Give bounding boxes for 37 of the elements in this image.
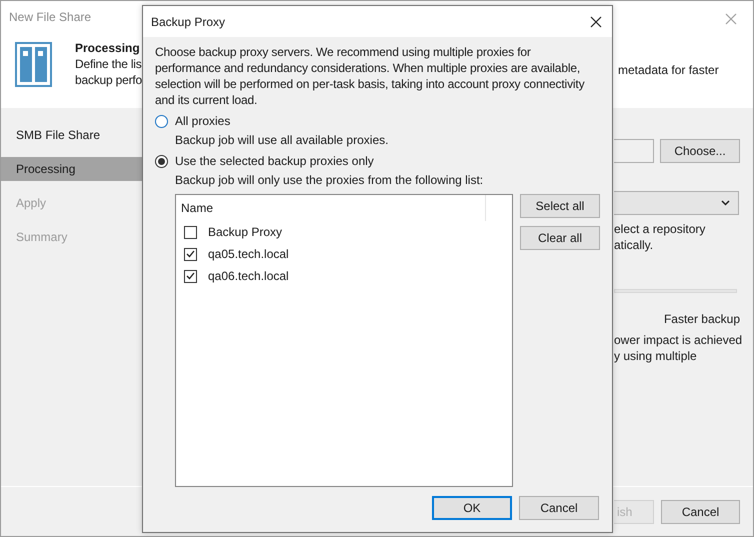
step-title: Processing [75,40,141,56]
checkbox[interactable] [184,270,197,282]
intro-text: Choose backup proxy servers. We recommend using multiple proxies for performance and redundancy considerations. When multiple proxies are available, selection will be performed on per-task basis, taking into account proxy connectivity and its current load. [155,44,586,108]
step-description: Define the lis [75,56,143,72]
chevron-down-icon [721,200,730,206]
dialog-title: Backup Proxy [151,14,226,30]
slider-label: Faster backup [662,311,740,328]
checkbox[interactable] [184,226,197,238]
dialog-button[interactable]: Cancel [519,496,599,520]
proxy-row[interactable]: Backup Proxy [176,221,512,243]
radio-button[interactable] [155,154,168,168]
proxy-row[interactable]: qa05.tech.local [176,243,512,265]
option-description: Backup job will only use the proxies from the following list: [174,172,484,188]
list-action-button[interactable]: Select all [520,194,600,218]
choose-button[interactable]: Choose... [660,139,740,163]
window-title: New File Share [9,8,92,26]
list-action-button[interactable]: Clear all [520,226,600,250]
footer-button[interactable]: Cancel [661,500,740,524]
option-description: Backup job will use all available proxies. [174,132,390,148]
input-field[interactable] [614,139,654,163]
dialog-button[interactable]: OK [432,496,512,520]
proxy-row[interactable]: qa06.tech.local [176,265,512,287]
server-icon [15,42,52,87]
hint-text: elect a repository [614,221,706,237]
radio-button[interactable] [155,114,168,128]
checkbox[interactable] [184,248,197,260]
close-icon[interactable] [590,16,602,28]
note-text: y using multiple [614,348,698,364]
step-description: metadata for faster [618,63,719,77]
step-description: backup perfo [75,72,143,88]
radio-option[interactable]: Use the selected backup proxies only [155,152,600,170]
radio-option[interactable]: All proxies [155,112,600,130]
hint-text: atically. [614,237,654,253]
note-text: ower impact is achieved [614,332,742,348]
wizard-step[interactable]: Processing [1,157,143,181]
wizard-step[interactable]: SMB File Share [1,123,143,147]
column-header[interactable]: Name [176,195,486,221]
